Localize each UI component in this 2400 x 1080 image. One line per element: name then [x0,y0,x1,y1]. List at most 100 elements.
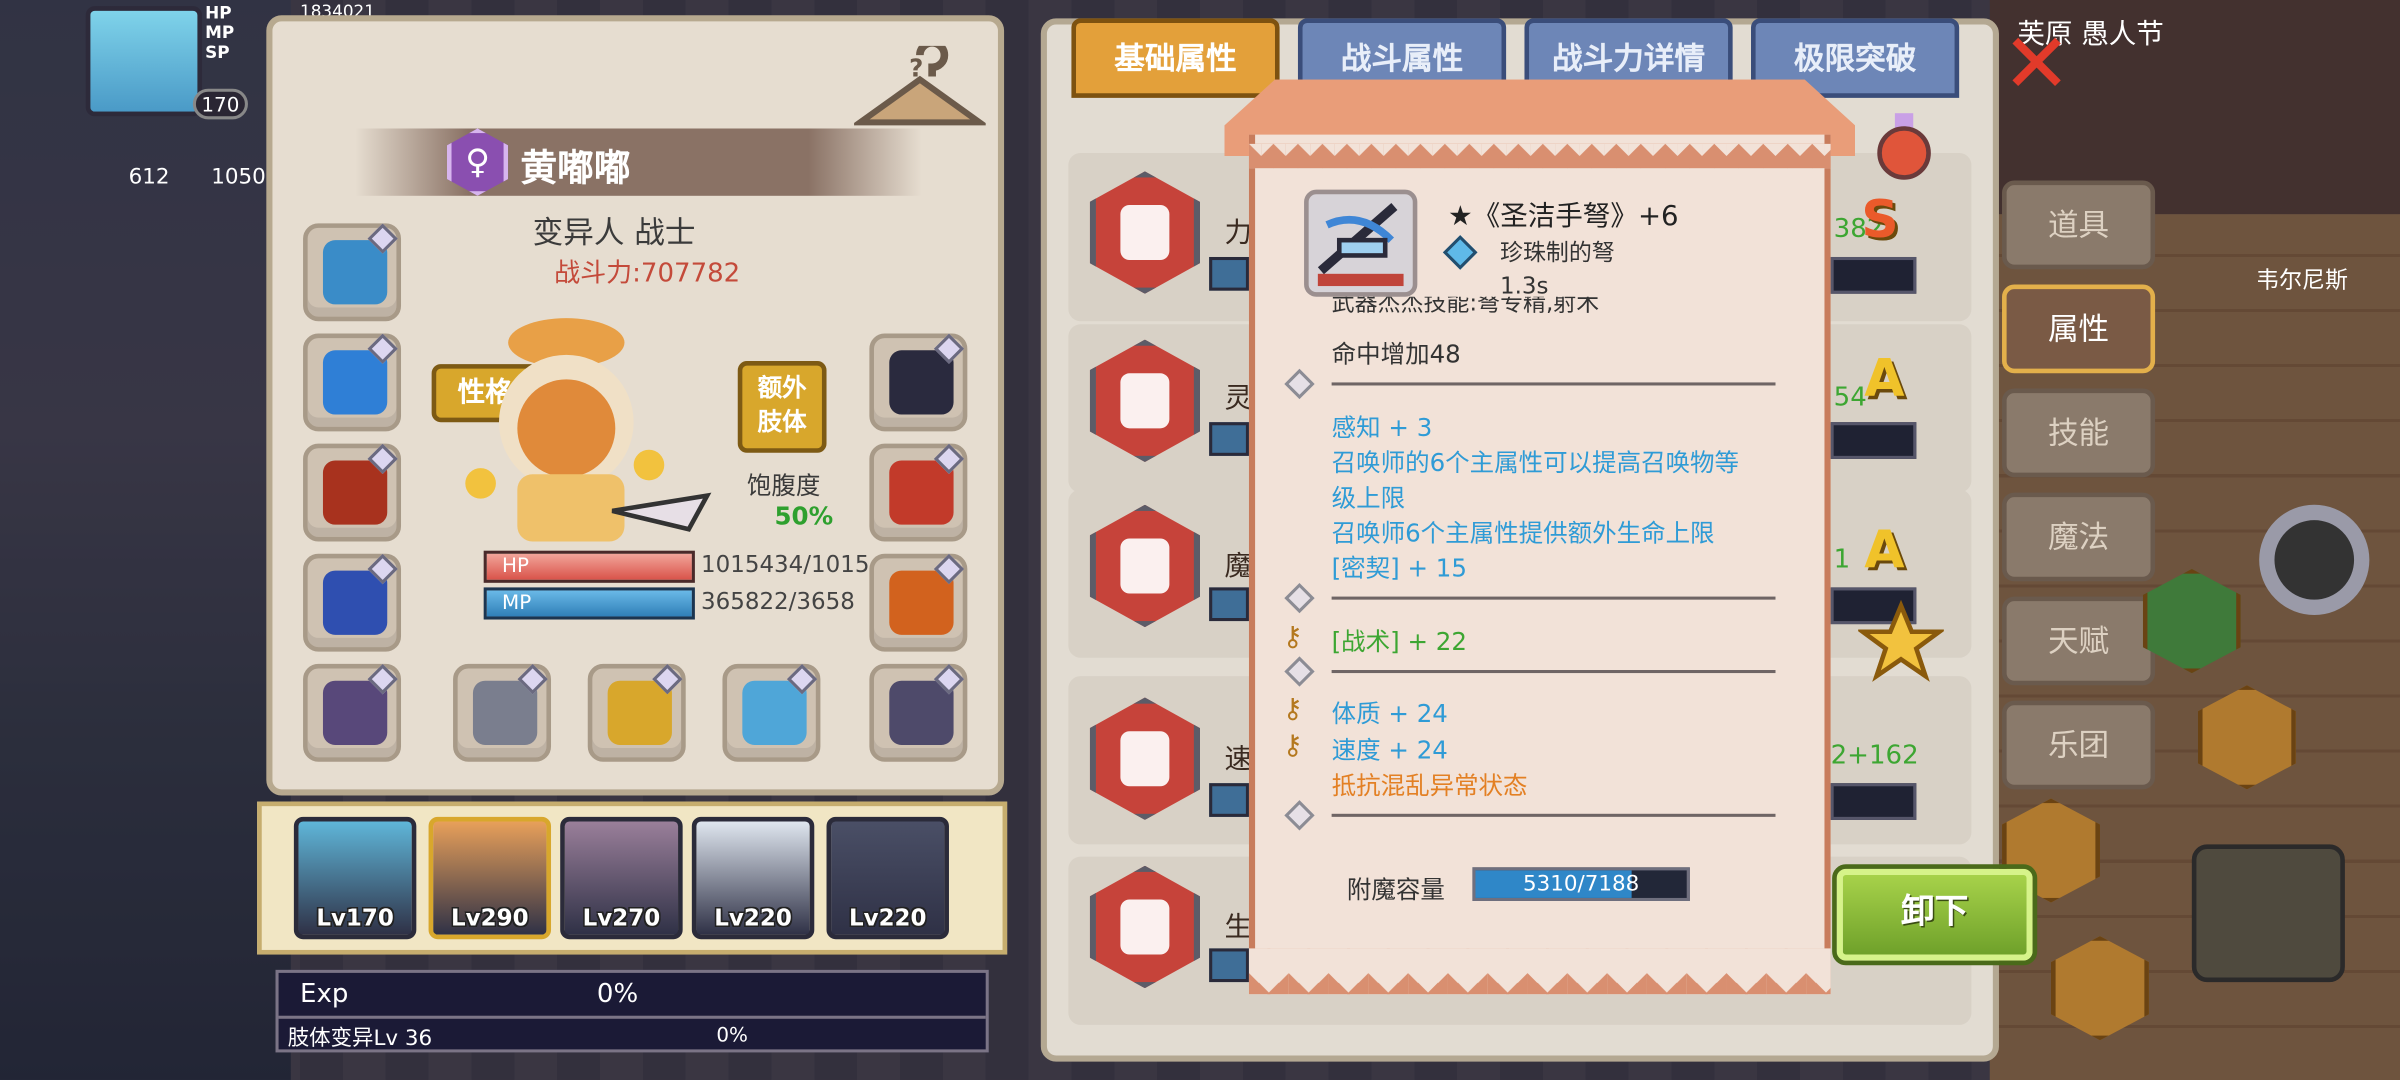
satiety-value: 50% [774,501,834,531]
sidebar-item-items[interactable]: 道具 [2002,180,2156,270]
sidebar-item-band[interactable]: 乐团 [2002,700,2156,790]
combat-power: 战斗力:707782 [554,258,741,290]
limb-mutation-level: 肢体变异Lv 36 [287,1026,433,1051]
item-type: 珍珠制的弩 [1499,238,1615,267]
party-member-level: Lv290 [451,904,529,932]
weapon-slot-1[interactable] [453,663,552,762]
resist-confusion-line: 抵抗混乱异常状态 [1331,770,1528,801]
gloves-slot[interactable] [869,333,968,432]
player-level-badge: 170 [192,88,248,120]
enchant-capacity-label: 附魔容量 [1346,874,1445,905]
accessory-slot-a[interactable] [303,663,402,762]
stat-rbar-speed [1830,783,1917,820]
stat-bonus-magic: 1 [1833,544,1851,576]
belt-slot[interactable] [869,443,968,542]
extra-limb-button[interactable]: 额外 肢体 [737,361,827,453]
close-icon[interactable]: ✕ [2002,22,2082,105]
npc-name-label: 韦尔尼斯 [2256,266,2348,294]
stat-bar-speed [1209,783,1249,817]
sidebar-item-magic[interactable]: 魔法 [2002,492,2156,582]
party-member-level: Lv270 [582,904,661,932]
character-class: 变异人 战士 [532,214,696,251]
potion-icon[interactable] [1870,110,1937,183]
hud-stat-bars: HP MP SP [205,3,234,63]
stat-rbar-strength [1830,256,1917,294]
weapon-slot-crossbow[interactable] [722,663,821,762]
party-member-card[interactable]: Lv220 [691,816,815,940]
satiety-label: 饱腹度 [746,471,821,501]
speed-line: 速度 + 24 [1331,735,1448,765]
mp-bar-tag: MP [502,591,532,615]
stat-name-speed: 速 [1224,743,1253,776]
stat-bar-strength [1209,256,1249,291]
spiral-portal-icon[interactable] [2259,504,2370,615]
sword-attack-icon[interactable] [2191,844,2345,983]
summoner-level-line: 召唤师的6个主属性可以提高召唤物等 [1331,448,1740,478]
hud-counter-b: 1050 [211,165,266,190]
mp-value-text: 365822/3658 [701,587,855,615]
party-member-level: Lv220 [714,904,792,932]
tactic-line: [战术] + 22 [1331,627,1467,657]
player-avatar[interactable] [85,6,203,117]
stat-bar-vitality [1209,948,1249,983]
party-member-card[interactable]: Lv170 [293,816,417,940]
exp-label: Exp [299,979,349,1010]
pet-slot[interactable] [869,553,968,652]
exp-divider [278,1015,986,1019]
party-member-level: Lv220 [848,904,927,932]
separator-2 [1331,596,1776,600]
armor-slot[interactable] [303,443,402,542]
stat-bonus-speed: 2+162 [1830,740,1919,771]
sidebar-item-attributes[interactable]: 属性 [2002,284,2156,374]
enchant-capacity-text: 5310/7188 [1522,871,1640,897]
mp-bar: MP [483,587,695,620]
enchant-key-icon-3: ⚷ [1282,729,1303,762]
party-member-card[interactable]: Lv290 [428,816,552,940]
sidebar-item-skills[interactable]: 技能 [2002,388,2156,478]
constitution-line: 体质 + 24 [1331,699,1448,729]
summoner-level-line-2: 级上限 [1331,483,1406,513]
wardrobe-hanger-icon[interactable]: ? [854,45,986,138]
grade-magic: A [1864,520,1905,582]
hud-mp-label: MP [205,22,235,43]
stat-bonus-agility: 54 [1833,382,1867,414]
helmet-slot[interactable] [303,223,402,322]
unequip-button[interactable]: 卸下 [1832,864,2038,966]
party-member-level: Lv170 [316,904,394,932]
item-name: ★《圣洁手弩》+6 [1447,200,1679,233]
star-icon[interactable] [1858,599,1944,686]
hp-bar: HP [483,550,695,583]
tab-basic-attributes[interactable]: 基础属性 [1071,18,1280,98]
weapon-skill-line: 武器杰杰技能:弩专精,射术 [1331,296,1600,317]
separator-1 [1331,382,1776,386]
hp-bar-tag: HP [502,555,530,579]
weapon-slot-2[interactable] [587,663,686,762]
tooltip-zigzag-bottom [1248,948,1831,995]
attack-speed: 1.3s [1499,272,1549,300]
hud-hp-label: HP [205,3,232,23]
stat-name-magic: 魔 [1224,550,1253,583]
summoner-hp-line: 召唤师6个主属性提供额外生命上限 [1331,518,1715,548]
crossbow-item-icon [1304,189,1418,297]
hud-sp-label: SP [205,42,230,63]
enchant-key-icon-2: ⚷ [1282,692,1303,726]
tooltip-zigzag-top [1248,143,1831,169]
pact-line: [密契] + 15 [1331,553,1467,583]
sidebar-item-talent[interactable]: 天赋 [2002,596,2156,686]
limb-mutation-percent: 0% [716,1024,748,1048]
stat-name-strength: 力 [1224,217,1253,250]
hp-value-text: 1015434/1015 [701,550,870,579]
accuracy-line: 命中增加48 [1331,339,1461,369]
stat-name-agility: 灵 [1224,382,1253,415]
enchant-key-icon-1: ⚷ [1282,621,1303,654]
party-member-card[interactable]: Lv220 [826,816,949,940]
stat-rbar-agility [1830,422,1917,459]
stat-bar-agility [1209,422,1249,456]
party-member-card[interactable]: Lv270 [560,816,683,940]
stat-name-vitality: 生 [1224,911,1253,944]
character-name: 黄嘟嘟 [520,146,631,190]
cloak-slot[interactable] [303,553,402,652]
necklace-slot[interactable] [303,333,402,432]
accessory-slot-b[interactable] [869,663,968,762]
name-banner [355,128,922,196]
